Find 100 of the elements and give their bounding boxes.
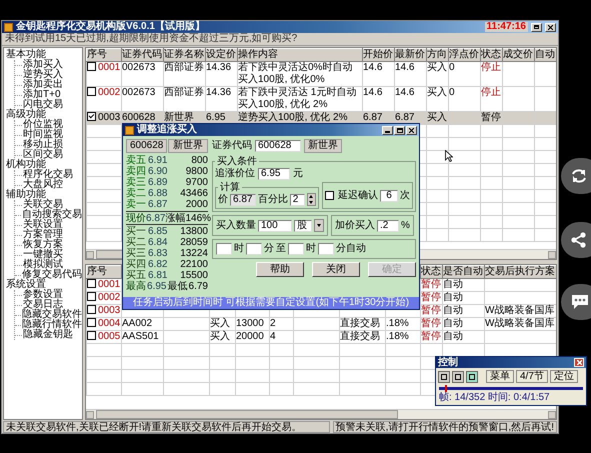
column-header: 方向	[426, 48, 448, 62]
table-cell: 0004	[98, 318, 120, 329]
quote-label: 卖一	[126, 199, 147, 210]
tree-item[interactable]: 程序化交易	[23, 170, 73, 180]
table-cell: 0	[449, 62, 455, 73]
tree-item[interactable]: 区间交易	[23, 150, 63, 160]
tree-group[interactable]: 辅助功能	[6, 190, 82, 200]
table-cell: 若下跌中灵活达 1元时自动买入100股, 优化 2%	[238, 87, 356, 110]
table-cell: 0003	[98, 112, 120, 123]
price-field[interactable]: 6.95	[258, 168, 290, 180]
table-cell: 买入	[210, 318, 230, 329]
unit-label: 元	[293, 169, 303, 179]
tree-group[interactable]: 高级功能	[6, 110, 82, 120]
column-header: 序号	[86, 48, 122, 62]
player-button[interactable]: 菜单	[486, 370, 514, 383]
tree-item[interactable]: 参数设置	[23, 290, 63, 300]
markup-field[interactable]: .2	[377, 220, 399, 232]
table-cell: .18%	[386, 331, 409, 342]
quote-volume: 2000	[184, 199, 208, 210]
quote-volume: 43466	[179, 188, 208, 199]
tree-item[interactable]: 隐藏行情软件	[22, 320, 82, 330]
tree-item[interactable]: 添加卖出	[23, 80, 63, 90]
tree-item[interactable]: 添加T+0	[23, 90, 61, 100]
quote-price: 6.85	[148, 226, 168, 237]
tree-item[interactable]: 交易日志	[23, 300, 63, 310]
group-title: 计算	[219, 182, 241, 193]
quote-price: 6.79	[188, 281, 208, 292]
table-cell: 若下跌中灵活达0%时自动买入100股, 优化0%	[238, 62, 352, 85]
table-cell: 0002	[98, 292, 120, 303]
column-header: 成交价	[502, 48, 534, 62]
dialog-button[interactable]: 关闭	[312, 262, 360, 277]
quote-price: 6.91	[148, 155, 168, 166]
tree-item[interactable]: 大盘风控	[23, 180, 63, 190]
tree-item[interactable]: 一键撤买	[23, 250, 63, 260]
player-button[interactable]: 定位	[550, 370, 578, 383]
checkbox-label: 延迟确认	[338, 190, 378, 200]
field-label: 证券代码	[212, 141, 252, 151]
quote-code: 600628	[126, 139, 168, 153]
player-button[interactable]: 4/7节	[516, 370, 548, 383]
unit-label: 时	[234, 244, 244, 254]
tree-group[interactable]: 系统设置	[6, 280, 82, 290]
tree-item[interactable]: 模拟测试	[23, 260, 63, 270]
tree-item[interactable]: 移动止损	[23, 140, 63, 150]
quote-price: 6.89	[148, 177, 168, 188]
dialog-button[interactable]: 帮助	[256, 262, 304, 277]
quote-price: 6.87	[148, 199, 168, 210]
code-field[interactable]: 600628	[255, 140, 301, 152]
quote-price: 6.84	[148, 237, 168, 248]
tree-item[interactable]: 隐藏交易软件	[22, 310, 82, 320]
price-field[interactable]: 6.87	[230, 194, 256, 206]
tree-group[interactable]: 机构功能	[6, 160, 82, 170]
quote-change: 146%	[185, 212, 212, 224]
tree-group[interactable]: 基本功能	[6, 50, 82, 60]
table-cell: AAS501	[122, 331, 159, 342]
count-field[interactable]: 6	[380, 190, 398, 202]
column-header: 交易后执行方案	[485, 266, 555, 277]
table-cell: 买入	[427, 62, 447, 73]
table-cell: 13000	[236, 318, 264, 329]
quote-price: 6.87	[146, 212, 166, 224]
status-text: 未关联交易软件,关联已经断开!请重新关联交易软件后再开始交易。	[3, 421, 330, 433]
unit-dropdown[interactable]: 股	[294, 220, 312, 232]
field-label: 加价买入	[335, 220, 375, 230]
quote-label: 买三	[126, 248, 147, 259]
dialog-title: 调整追涨买入	[137, 125, 198, 135]
tree-item[interactable]: 恢复方案	[23, 240, 63, 250]
clock-text: 11:47:16	[484, 22, 528, 32]
tree-item[interactable]: 隐藏金钥匙	[23, 330, 73, 340]
tree-item[interactable]: 时间监视	[23, 130, 63, 140]
tree-item[interactable]: 价位监视	[23, 120, 63, 130]
quote-name: 新世界	[168, 139, 208, 153]
tree-item[interactable]: 关联交易	[23, 200, 63, 210]
table-cell: 6.95	[206, 112, 226, 123]
table-cell: 14.6	[395, 87, 414, 98]
tree-item[interactable]: 添加买入	[23, 60, 63, 70]
unit-label: 时	[306, 244, 316, 254]
column-header: 状态	[421, 266, 441, 277]
tree-item[interactable]: 逆势买入	[23, 70, 63, 80]
column-header: 最新价	[394, 48, 426, 62]
quote-volume: 13800	[179, 226, 208, 237]
table-cell: 直接交易	[340, 331, 380, 342]
quote-price: 6.82	[148, 259, 168, 270]
field-label: 追涨价位	[215, 169, 255, 179]
table-cell: 暂停	[421, 331, 441, 342]
column-header: 证券名称	[164, 48, 206, 62]
tree-item[interactable]: 自动搜索交易	[22, 210, 82, 220]
table-cell: 6.87	[363, 112, 382, 123]
unit-label: 分	[264, 244, 274, 254]
group-title: 买入条件	[216, 156, 258, 167]
table-cell: 自动	[443, 305, 463, 316]
tree-item[interactable]: 修复交易代码	[22, 270, 82, 280]
table-cell: 逆势买入100股, 优化 2%	[238, 112, 348, 123]
tree-item[interactable]: 关联设置	[23, 220, 63, 230]
quote-price: 6.83	[148, 248, 168, 259]
range-label: 至	[276, 244, 286, 254]
column-header: 序号	[87, 266, 107, 277]
percent-field[interactable]: 2	[290, 194, 305, 206]
tree-item[interactable]: 闪电交易	[23, 100, 63, 110]
quantity-field[interactable]: 100	[258, 220, 292, 232]
table-cell: .18%	[386, 318, 409, 329]
tree-item[interactable]: 方案管理	[23, 230, 63, 240]
